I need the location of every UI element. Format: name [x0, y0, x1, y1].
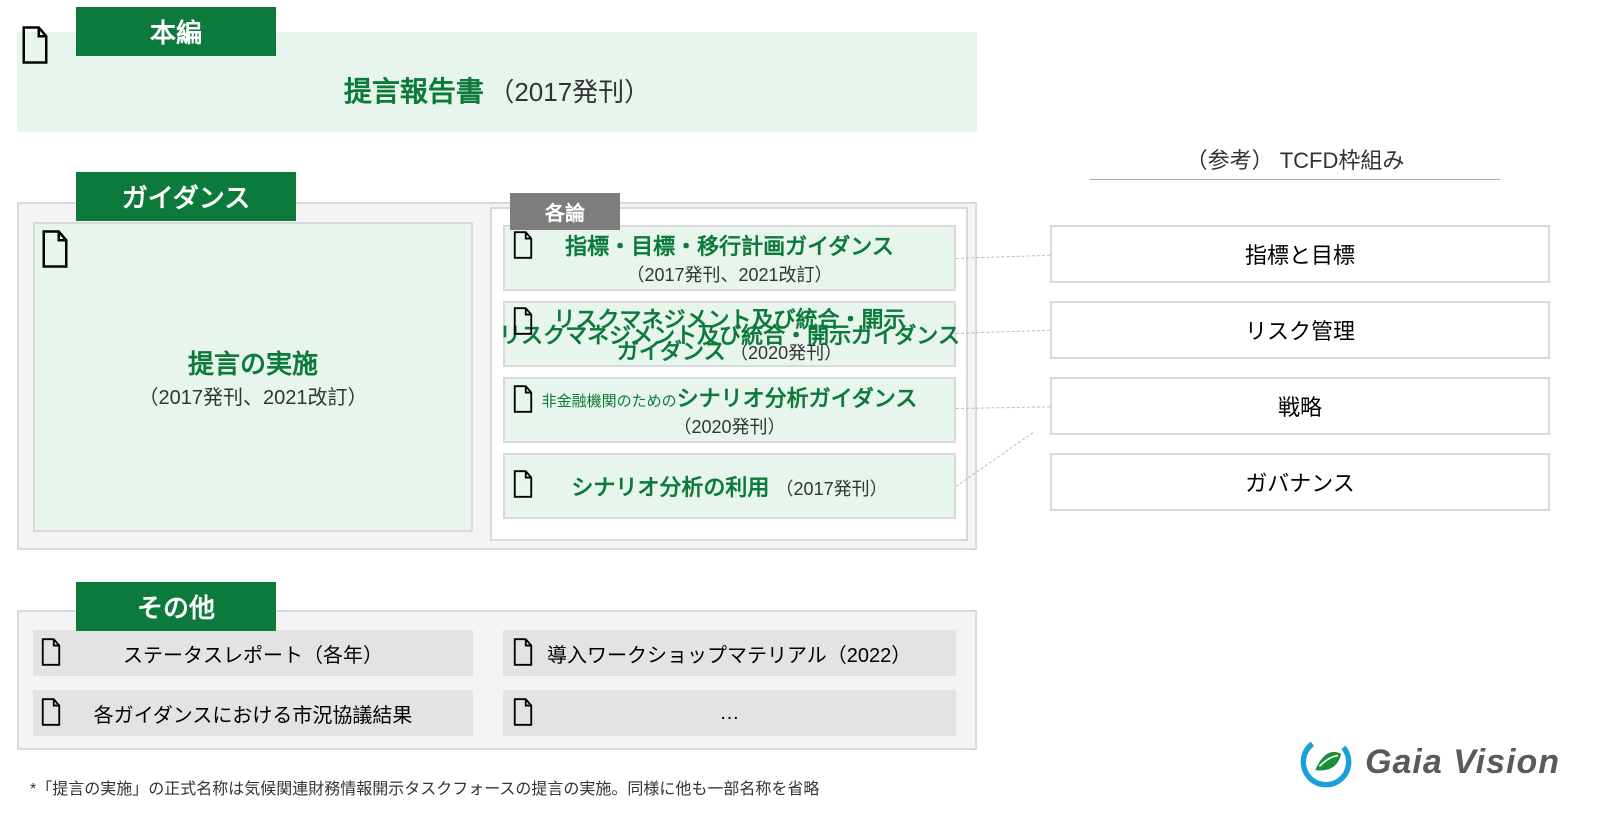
other-item-status: ステータスレポート（各年）: [33, 630, 473, 676]
document-icon: [40, 230, 70, 268]
tcfd-map-metrics: 指標と目標: [1050, 225, 1550, 283]
impl-title: 提言の実施: [188, 344, 318, 381]
document-icon: [512, 385, 534, 413]
footnote: *「提言の実施」の正式名称は気候関連財務情報開示タスクフォースの提言の実施。同様…: [30, 775, 819, 799]
document-icon: [40, 638, 62, 666]
other-item-consult: 各ガイダンスにおける市況協議結果: [33, 690, 473, 736]
other-tag: その他: [76, 582, 276, 631]
tcfd-map-strategy: 戦略: [1050, 377, 1550, 435]
connector-line: [956, 406, 1050, 409]
document-icon: [40, 698, 62, 726]
detail-box-scenario-use: シナリオ分析の利用 （2017発刊）: [503, 453, 956, 519]
other-item-workshop: 導入ワークショップマテリアル（2022）: [503, 630, 956, 676]
impl-sub: （2017発刊、2021改訂）: [139, 381, 368, 410]
detail-box-risk-text: リスクマネジメント及び統合・開示 ガイダンス （2020発刊）: [503, 301, 956, 367]
brand-name: Gaia Vision: [1365, 743, 1560, 782]
document-icon: [512, 638, 534, 666]
detail-box-metrics: 指標・目標・移行計画ガイダンス （2017発刊、2021改訂）: [503, 225, 956, 291]
detail-box-scenario-nonfin: 非金融機関のためのシナリオ分析ガイダンス （2020発刊）: [503, 377, 956, 443]
diagram-canvas: 本編 提言報告書 （2017発刊） ガイダンス 提言の実施 （2017発刊、20…: [0, 0, 1600, 839]
document-icon: [512, 231, 534, 259]
implementation-box: 提言の実施 （2017発刊、2021改訂）: [33, 222, 473, 532]
document-icon: [512, 698, 534, 726]
tcfd-map-governance: ガバナンス: [1050, 453, 1550, 511]
detail-tag: 各論: [510, 193, 620, 230]
main-tag: 本編: [76, 7, 276, 56]
brand-logo: Gaia Vision: [1299, 735, 1560, 789]
tcfd-map-risk: リスク管理: [1050, 301, 1550, 359]
report-title: 提言報告書 （2017発刊）: [17, 70, 977, 110]
leaf-globe-icon: [1299, 735, 1353, 789]
other-item-more: …: [503, 690, 956, 736]
document-icon: [512, 307, 534, 335]
document-icon: [20, 26, 50, 64]
guidance-tag: ガイダンス: [76, 172, 296, 221]
document-icon: [512, 470, 534, 498]
tcfd-map-header: （参考） TCFD枠組み: [1090, 143, 1500, 180]
